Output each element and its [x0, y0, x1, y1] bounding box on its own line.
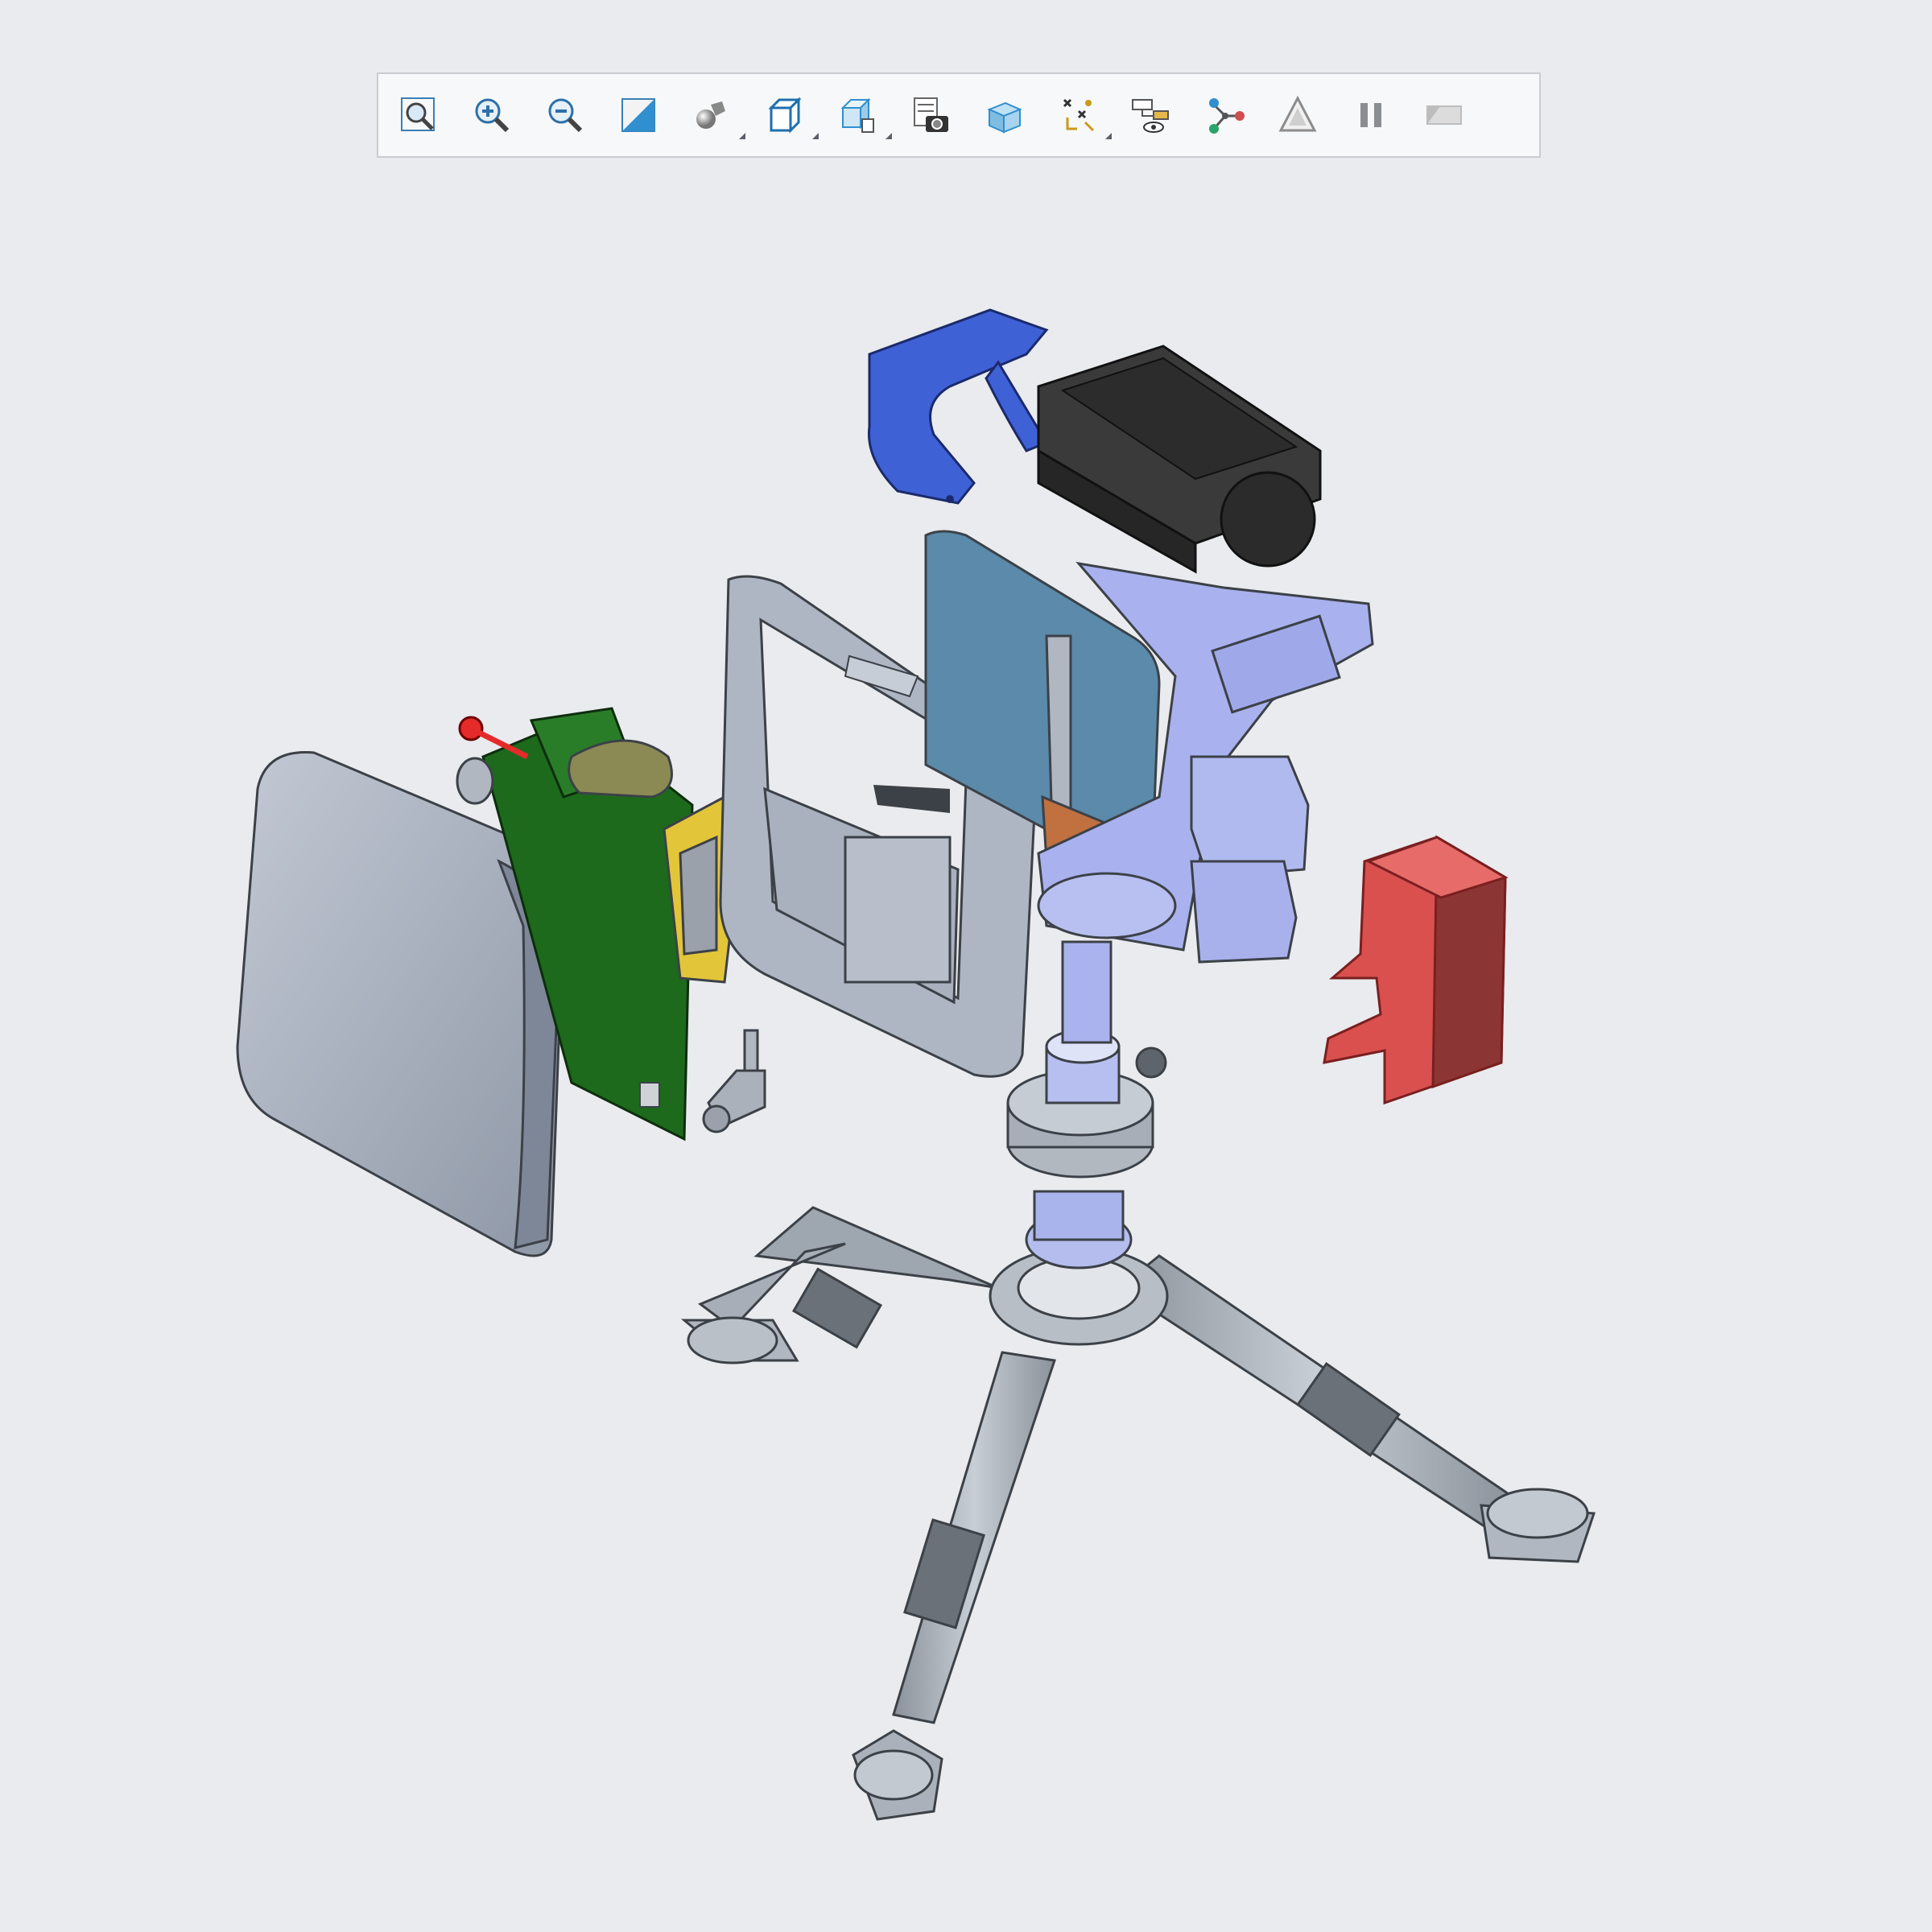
elbow-fitting[interactable] — [702, 1029, 766, 1133]
blue-bracket[interactable] — [867, 308, 1049, 505]
red-cover[interactable] — [1323, 835, 1509, 1105]
model-viewport[interactable] — [0, 0, 1932, 1932]
heatsink-module[interactable] — [1037, 345, 1322, 574]
